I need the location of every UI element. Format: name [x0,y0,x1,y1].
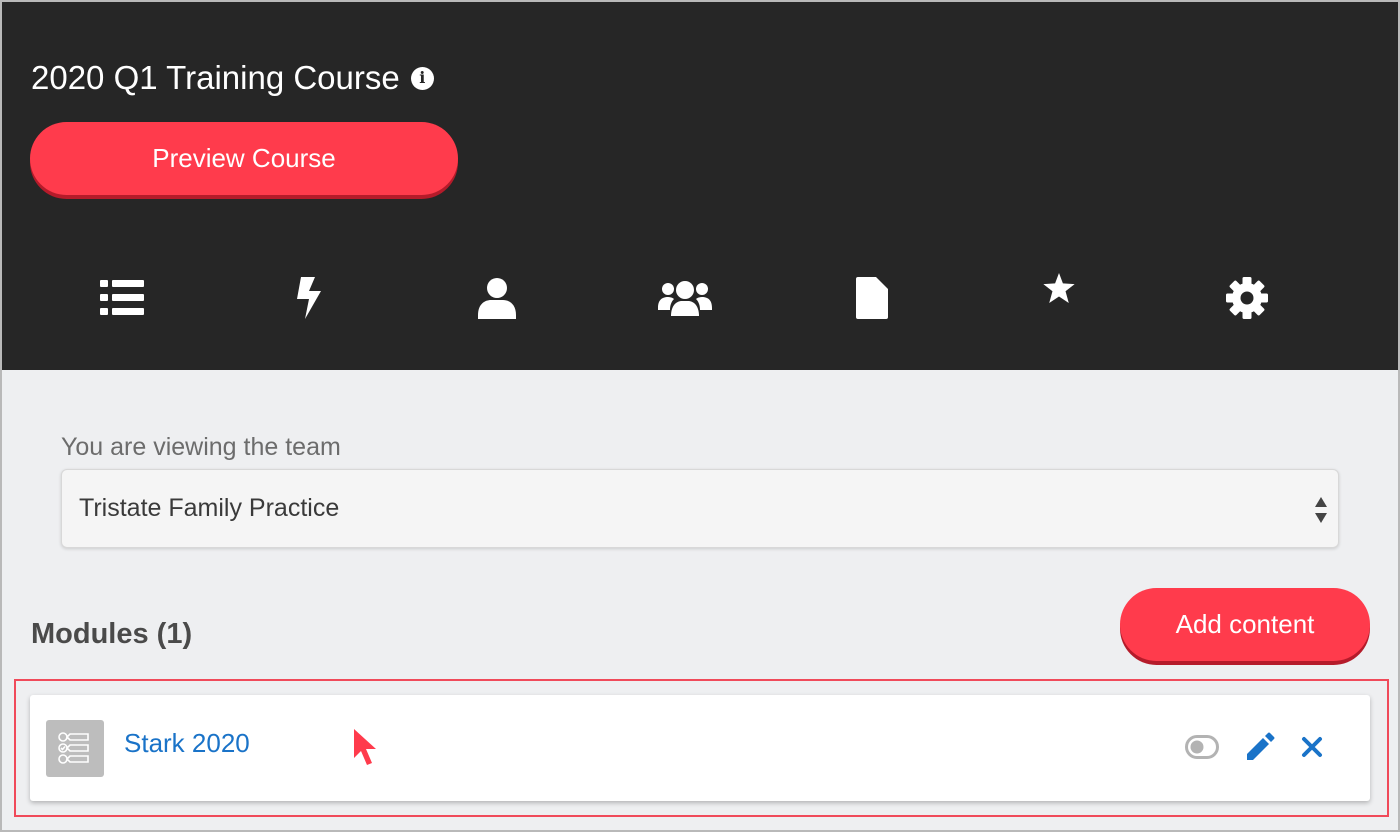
team-select-value: Tristate Family Practice [79,494,340,522]
team-select-label: You are viewing the team [61,433,341,461]
users-icon [658,281,712,316]
bolt-icon [297,277,321,319]
checklist-icon [46,720,104,777]
module-link[interactable]: Stark 2020 [124,728,250,759]
tab-activity[interactable] [269,266,349,330]
tab-teams[interactable] [645,266,725,330]
team-select[interactable]: Tristate Family Practice [61,469,1339,548]
tab-favorites[interactable] [1019,256,1099,320]
course-title-text: 2020 Q1 Training Course [31,59,400,96]
tab-documents[interactable] [832,266,912,330]
course-title: 2020 Q1 Training Course i [31,56,434,100]
add-content-button[interactable]: Add content [1120,588,1370,661]
tab-content[interactable] [82,266,162,330]
mouse-cursor-icon [354,729,376,765]
tab-settings[interactable] [1207,266,1287,330]
module-card: Stark 2020 [30,695,1370,801]
modules-heading: Modules (1) [31,618,193,650]
toggle-icon[interactable] [1185,735,1219,759]
gear-icon [1226,277,1268,319]
user-icon [478,278,516,319]
tab-learners[interactable] [457,266,537,330]
list-icon [100,280,144,315]
file-icon [856,277,888,319]
edit-icon[interactable] [1244,731,1276,763]
star-icon [1043,273,1075,303]
preview-course-button[interactable]: Preview Course [30,122,458,195]
delete-icon[interactable] [1298,733,1326,761]
course-header: 2020 Q1 Training Course i Preview Course [0,0,1400,370]
course-tabs [0,266,1400,330]
select-arrows-icon [1315,497,1327,523]
info-circle-icon[interactable]: i [410,66,434,90]
